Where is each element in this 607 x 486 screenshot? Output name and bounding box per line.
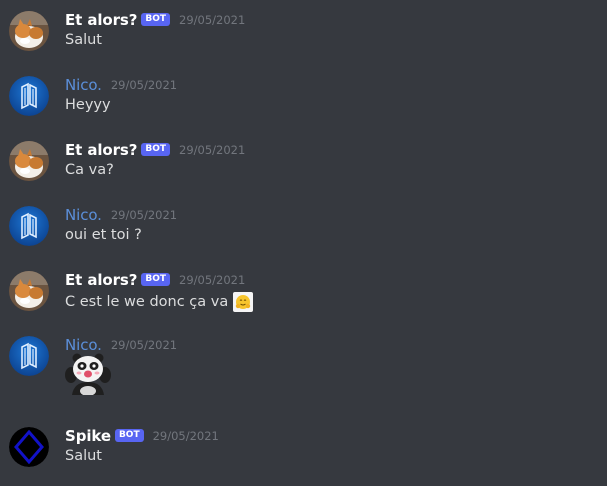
message-content: oui et toi ? <box>65 227 142 243</box>
username[interactable]: Nico. <box>65 336 102 354</box>
username[interactable]: Et alors? <box>65 141 137 159</box>
username[interactable]: Spike <box>65 427 111 445</box>
timestamp: 29/05/2021 <box>179 143 246 157</box>
avatar-nico[interactable] <box>9 336 49 376</box>
message-text: Salut <box>65 448 102 464</box>
message-content: Ca va? <box>65 162 114 178</box>
message-item: Et alors? BOT 29/05/2021 Salut <box>0 8 607 68</box>
hugging-face-emoji-icon <box>233 292 254 312</box>
message-content: Heyyy <box>65 97 111 113</box>
username[interactable]: Et alors? <box>65 271 137 289</box>
avatar-cat[interactable] <box>9 141 49 181</box>
message-item: Nico. 29/05/2021 oui et toi ? <box>0 203 607 263</box>
message-item: Nico. 29/05/2021 Heyyy <box>0 73 607 133</box>
message-content: Salut <box>65 448 102 464</box>
avatar-cat[interactable] <box>9 11 49 51</box>
message-item: Nico. 29/05/2021 <box>0 333 607 396</box>
username[interactable]: Nico. <box>65 76 102 94</box>
bot-badge: BOT <box>141 12 170 26</box>
message-content: C est le we donc ça va <box>65 292 254 312</box>
bot-badge: BOT <box>114 428 144 442</box>
timestamp: 29/05/2021 <box>110 338 178 352</box>
message-text: Salut <box>65 32 102 48</box>
message-text: oui et toi ? <box>65 227 142 243</box>
avatar-spike[interactable] <box>9 427 49 467</box>
timestamp: 29/05/2021 <box>179 273 246 287</box>
message-text: Heyyy <box>65 97 111 113</box>
timestamp: 29/05/2021 <box>179 13 246 27</box>
message-content: Salut <box>65 32 102 48</box>
timestamp: 29/05/2021 <box>110 208 178 222</box>
message-text: Ca va? <box>65 162 114 178</box>
timestamp: 29/05/2021 <box>110 78 178 92</box>
avatar-nico[interactable] <box>9 76 49 116</box>
message-item: Spike BOT 29/05/2021 Salut <box>0 424 607 484</box>
chat-messages: Et alors? BOT 29/05/2021 Salut Nico. 29/… <box>0 0 607 486</box>
username[interactable]: Nico. <box>65 206 102 224</box>
username[interactable]: Et alors? <box>65 11 137 29</box>
timestamp: 29/05/2021 <box>152 429 219 443</box>
panda-sticker-icon[interactable] <box>62 353 114 396</box>
avatar-cat[interactable] <box>9 271 49 311</box>
bot-badge: BOT <box>141 272 170 286</box>
message-item: Et alors? BOT 29/05/2021 Ca va? <box>0 138 607 198</box>
message-text: C est le we donc ça va <box>65 294 229 310</box>
message-item: Et alors? BOT 29/05/2021 C est le we don… <box>0 268 607 328</box>
bot-badge: BOT <box>141 142 170 156</box>
avatar-nico[interactable] <box>9 206 49 246</box>
